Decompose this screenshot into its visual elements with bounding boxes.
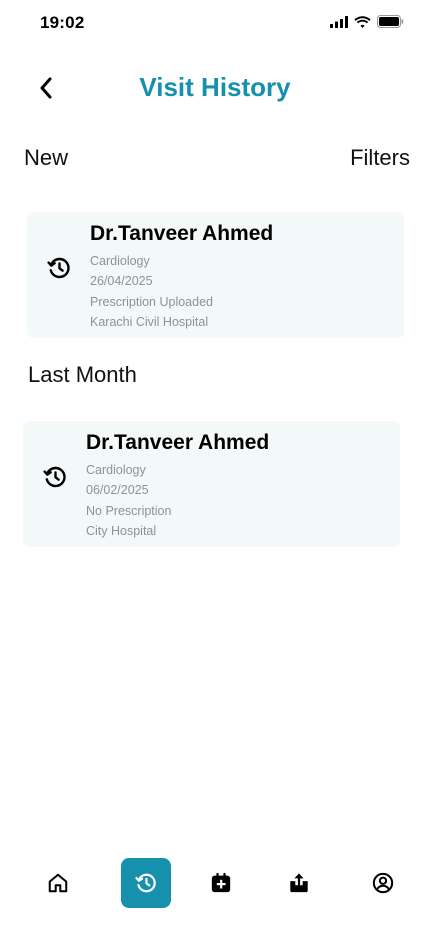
- status-icons: [330, 15, 404, 28]
- visit-card[interactable]: Dr.Tanveer Ahmed Cardiology 06/02/2025 N…: [23, 421, 400, 547]
- section-label-last-month: Last Month: [28, 362, 137, 387]
- nav-profile-button[interactable]: [358, 858, 408, 908]
- status-time: 19:02: [40, 13, 85, 32]
- history-icon: [43, 466, 66, 488]
- wifi-icon: [354, 15, 371, 28]
- visit-hospital: City Hospital: [86, 524, 157, 538]
- visit-prescription-status: Prescription Uploaded: [90, 295, 213, 309]
- status-bar: 19:02: [0, 0, 430, 46]
- signal-icon: [330, 15, 348, 28]
- filters-button[interactable]: Filters: [350, 145, 410, 171]
- bottom-nav: [0, 842, 430, 932]
- history-icon: [47, 257, 70, 279]
- nav-home-button[interactable]: [33, 858, 83, 908]
- visit-specialty: Cardiology: [86, 463, 146, 477]
- doctor-name: Dr.Tanveer Ahmed: [86, 431, 270, 454]
- home-icon: [48, 873, 68, 893]
- visit-hospital: Karachi Civil Hospital: [90, 315, 209, 329]
- calendar-add-icon: [211, 872, 231, 893]
- doctor-name: Dr.Tanveer Ahmed: [90, 222, 274, 245]
- header: Visit History: [0, 62, 430, 114]
- page-title: Visit History: [139, 72, 291, 102]
- visit-date: 06/02/2025: [86, 483, 149, 497]
- nav-appointments-button[interactable]: [196, 858, 246, 908]
- last-month-section-header: Last Month: [28, 362, 410, 388]
- new-section-header: New Filters: [24, 145, 410, 171]
- visit-date: 26/04/2025: [90, 274, 153, 288]
- visit-specialty: Cardiology: [90, 254, 150, 268]
- history-icon: [135, 873, 156, 893]
- visit-prescription-status: No Prescription: [86, 504, 172, 518]
- visit-card[interactable]: Dr.Tanveer Ahmed Cardiology 26/04/2025 P…: [27, 212, 404, 338]
- share-icon: [290, 873, 308, 893]
- nav-history-button[interactable]: [121, 858, 171, 908]
- section-label-new: New: [24, 145, 69, 170]
- profile-icon: [372, 872, 394, 894]
- nav-share-button[interactable]: [274, 858, 324, 908]
- battery-icon: [377, 15, 404, 28]
